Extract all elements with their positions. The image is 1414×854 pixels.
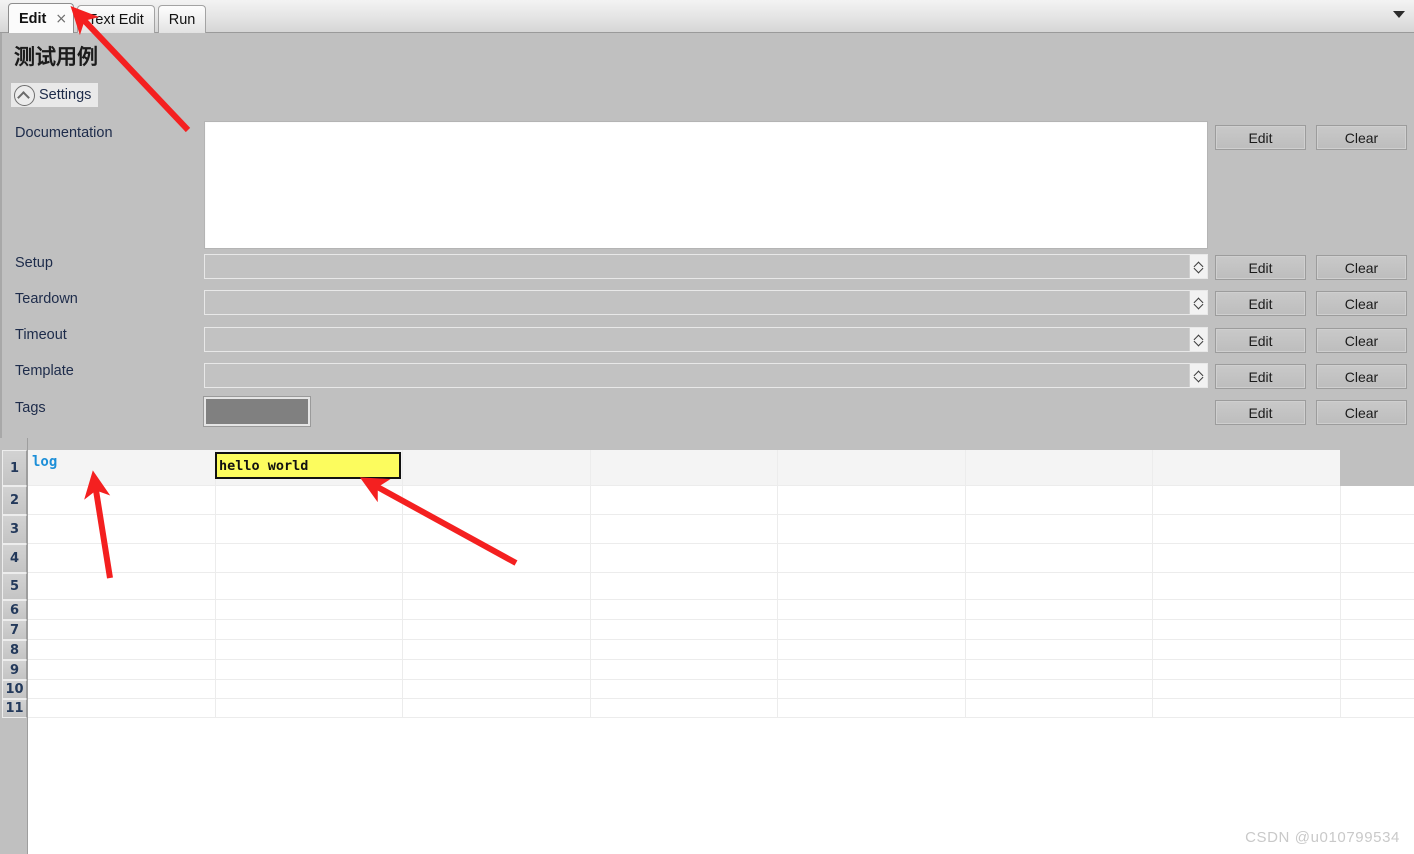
table-row[interactable] — [28, 699, 1414, 718]
table-row[interactable] — [28, 544, 1414, 573]
tab-text-edit[interactable]: Text Edit — [77, 5, 155, 33]
row-header-11[interactable]: 11 — [2, 699, 27, 718]
tags-field[interactable] — [203, 396, 311, 427]
setup-clear-button[interactable]: Clear — [1316, 255, 1407, 280]
timeout-spinner[interactable] — [1189, 328, 1207, 351]
template-clear-button[interactable]: Clear — [1316, 364, 1407, 389]
setup-field[interactable] — [204, 254, 1208, 279]
template-edit-button[interactable]: Edit — [1215, 364, 1306, 389]
watermark: CSDN @u010799534 — [1245, 829, 1400, 846]
chevron-down-icon[interactable] — [1393, 11, 1405, 18]
application-window: Edit × Text Edit Run 测试用例 Settings Docum… — [0, 0, 1414, 854]
chevron-down-icon[interactable] — [1194, 340, 1203, 346]
teardown-field[interactable] — [204, 290, 1208, 315]
field-label-teardown: Teardown — [15, 291, 78, 307]
row-header-1[interactable]: 1 — [2, 450, 27, 486]
teardown-edit-button[interactable]: Edit — [1215, 291, 1306, 316]
documentation-textarea[interactable] — [204, 121, 1208, 249]
field-label-tags: Tags — [15, 400, 46, 416]
template-field[interactable] — [204, 363, 1208, 388]
tab-text-edit-label: Text Edit — [88, 11, 144, 28]
setup-input[interactable] — [205, 255, 1189, 278]
teardown-input[interactable] — [205, 291, 1189, 314]
setup-spinner[interactable] — [1189, 255, 1207, 278]
tab-edit[interactable]: Edit × — [8, 3, 75, 33]
field-label-documentation: Documentation — [15, 125, 113, 141]
timeout-clear-button[interactable]: Clear — [1316, 328, 1407, 353]
field-label-timeout: Timeout — [15, 327, 67, 343]
tags-edit-button[interactable]: Edit — [1215, 400, 1306, 425]
tab-bar: Edit × Text Edit Run — [0, 0, 1414, 33]
tab-edit-label: Edit — [19, 10, 47, 27]
table-row[interactable] — [28, 680, 1414, 699]
tab-run[interactable]: Run — [157, 5, 207, 33]
row-header-4[interactable]: 4 — [2, 544, 27, 573]
tab-strip: Edit × Text Edit Run — [8, 3, 209, 33]
grid-top-strip — [0, 438, 1414, 450]
table-row[interactable] — [28, 573, 1414, 600]
table-row[interactable] — [28, 486, 1414, 515]
template-input[interactable] — [205, 364, 1189, 387]
table-row[interactable] — [28, 600, 1414, 620]
table-row[interactable] — [28, 660, 1414, 680]
field-label-setup: Setup — [15, 255, 53, 271]
row-header-2[interactable]: 2 — [2, 486, 27, 515]
timeout-input[interactable] — [205, 328, 1189, 351]
teardown-clear-button[interactable]: Clear — [1316, 291, 1407, 316]
row-header-8[interactable]: 8 — [2, 640, 27, 660]
field-label-template: Template — [15, 363, 74, 379]
row-header-10[interactable]: 10 — [2, 680, 27, 699]
documentation-clear-button[interactable]: Clear — [1316, 125, 1407, 150]
row-header-5[interactable]: 5 — [2, 573, 27, 600]
timeout-field[interactable] — [204, 327, 1208, 352]
keyword-grid[interactable]: 1 2 3 4 5 6 7 8 9 10 11 log hello world — [0, 438, 1414, 854]
row-header-6[interactable]: 6 — [2, 600, 27, 620]
chevron-down-icon[interactable] — [1194, 376, 1203, 382]
table-row[interactable] — [28, 515, 1414, 544]
teardown-spinner[interactable] — [1189, 291, 1207, 314]
chevron-down-icon[interactable] — [1194, 303, 1203, 309]
chevron-down-icon[interactable] — [1194, 267, 1203, 273]
tags-clear-button[interactable]: Clear — [1316, 400, 1407, 425]
grid-right-padding — [1340, 450, 1414, 486]
row-header-3[interactable]: 3 — [2, 515, 27, 544]
keyword-cell-log[interactable]: log — [32, 454, 57, 470]
close-icon[interactable]: × — [55, 12, 67, 26]
chevron-up-circle-icon — [14, 84, 35, 106]
table-row[interactable] — [28, 620, 1414, 640]
row-header-9[interactable]: 9 — [2, 660, 27, 680]
row-header-7[interactable]: 7 — [2, 620, 27, 640]
documentation-edit-button[interactable]: Edit — [1215, 125, 1306, 150]
page-title: 测试用例 — [14, 45, 98, 69]
selected-cell-hello-world[interactable]: hello world — [215, 452, 401, 479]
table-row[interactable] — [28, 640, 1414, 660]
tab-run-label: Run — [168, 11, 196, 28]
settings-toggle-label: Settings — [39, 87, 92, 103]
template-spinner[interactable] — [1189, 364, 1207, 387]
timeout-edit-button[interactable]: Edit — [1215, 328, 1306, 353]
settings-toggle-button[interactable]: Settings — [11, 83, 99, 107]
test-case-settings-panel: 测试用例 Settings Documentation Edit Clear S… — [0, 33, 1414, 438]
setup-edit-button[interactable]: Edit — [1215, 255, 1306, 280]
